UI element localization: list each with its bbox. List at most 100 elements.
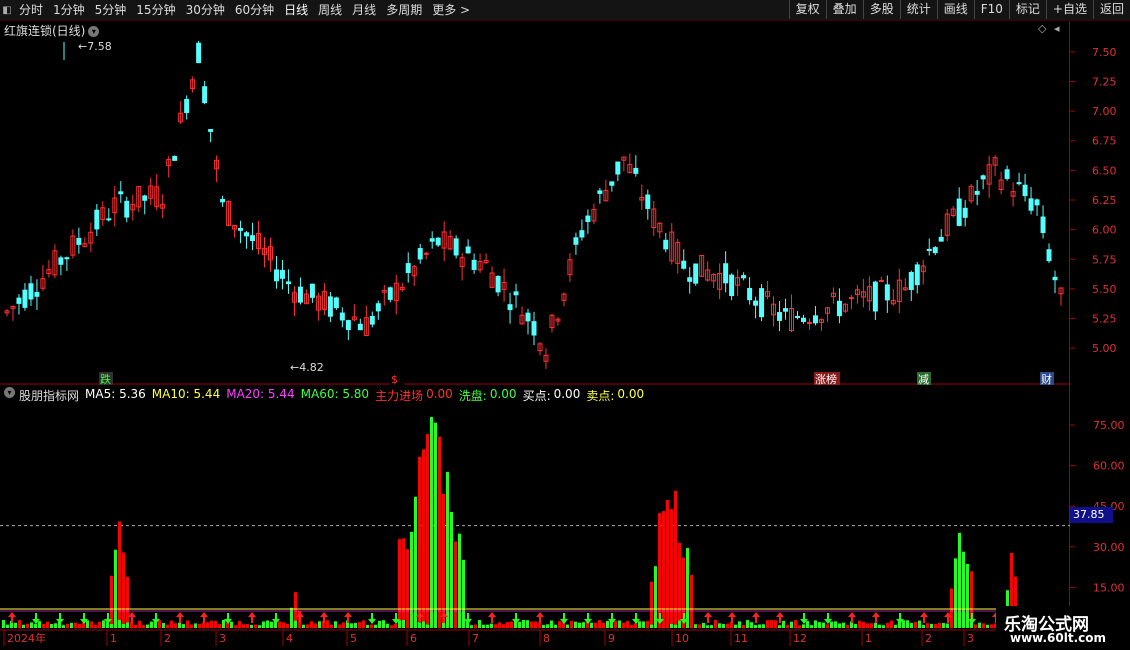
indicator-small-bar-734 [734,624,737,628]
buy-arrow-876 [872,612,880,623]
indicator-small-bar-666 [666,621,669,628]
high-label: ←7.58 [78,40,112,53]
time-label-10: 10 [675,632,689,645]
indicator-small-bar-354 [354,623,357,628]
indicator-small-bar-546 [546,624,549,628]
buy-arrow-732 [728,612,736,623]
indicator-small-bar-186 [186,620,189,628]
indicator-small-bar-318 [318,621,321,628]
indicator-small-bar-454 [454,622,457,628]
candle-body-5 [34,292,40,297]
indicator-small-bar-578 [578,622,581,628]
indicator-small-bar-294 [294,620,297,628]
candle-body-64 [387,287,393,300]
indicator-small-bar-46 [46,621,49,628]
price-label-4: 6.50 [1092,164,1117,177]
time-label-5: 5 [350,632,357,645]
indicator-bar-454 [454,541,457,628]
indicator-small-bar-570 [570,621,573,628]
indicator-small-bar-606 [606,621,609,628]
indicator-bar-962 [962,551,965,628]
candle-body-172 [1034,199,1040,206]
indicator-small-bar-302 [302,624,305,628]
candle-body-87 [525,312,531,322]
indicator-small-bar-402 [402,619,405,628]
indicator-bar-402 [402,538,405,628]
indicator-small-bar-738 [738,621,741,628]
candle-body-85 [513,291,519,296]
indicator-small-bar-974 [974,624,977,628]
event-label-1: $ [391,373,398,386]
candle-body-160 [962,207,968,218]
candle-body-102 [615,161,621,175]
price-label-5: 6.25 [1092,194,1117,207]
candle-body-2 [16,297,22,304]
candle-body-126 [759,288,765,318]
indicator-small-bar-722 [722,623,725,628]
candle-body-120 [723,263,729,284]
indicator-small-bar-506 [506,622,509,628]
indicator-bar-670 [670,509,673,628]
indicator-small-bar-782 [782,620,785,628]
event-label-4: 财 [1041,372,1052,386]
indicator-small-bar-6 [6,624,9,628]
time-label-8: 8 [543,632,550,645]
candle-body-88 [531,321,537,336]
indicator-small-bar-250 [250,624,253,628]
indicator-small-bar-870 [870,623,873,628]
buy-arrow-204 [200,612,208,623]
candle-body-167 [1004,169,1010,179]
indicator-small-bar-2 [2,620,5,628]
indicator-small-bar-530 [530,621,533,628]
indicator-small-bar-946 [946,623,949,628]
indicator-bar-446 [446,471,449,628]
event-label-0: 跌 [100,372,111,386]
indicator-small-bar-918 [918,620,921,628]
candle-body-163 [980,175,986,180]
indicator-small-bar-766 [766,620,769,628]
candle-body-114 [687,277,693,282]
indicator-small-bar-986 [986,624,989,628]
indicator-small-bar-174 [174,623,177,628]
indicator-small-bar-650 [650,624,653,628]
indicator-small-bar-754 [754,624,757,628]
candle-body-141 [848,297,854,300]
indicator-bar-398 [398,539,401,628]
time-label-14: 2 [925,632,932,645]
candle-body-20 [124,200,130,218]
indicator-small-bar-858 [858,620,861,628]
indicator-small-bar-238 [238,621,241,628]
buy-arrow-180 [176,612,184,623]
indicator-small-bar-342 [342,622,345,628]
indicator-bar-126 [126,576,129,628]
indicator-small-bar-390 [390,625,393,628]
indicator-small-bar-758 [758,624,761,628]
indicator-small-bar-222 [222,619,225,628]
indicator-small-bar-622 [622,622,625,628]
indicator-small-bar-306 [306,624,309,628]
indicator-small-bar-798 [798,625,801,628]
indicator-small-bar-926 [926,623,929,628]
sell-arrow-588 [584,613,592,624]
candle-body-34 [208,129,214,132]
indicator-small-bar-890 [890,620,893,628]
candle-body-152 [914,264,920,286]
candle-body-12 [76,237,82,245]
candle-body-67 [405,263,411,274]
indicator-small-bar-158 [158,620,161,628]
candle-body-159 [956,198,962,226]
indicator-small-bar-718 [718,623,721,628]
indicator-small-bar-682 [682,623,685,628]
indicator-bar-430 [430,416,433,628]
indicator-bar-114 [114,549,117,628]
indicator-small-bar-190 [190,624,193,628]
indicator-small-bar-326 [326,620,329,628]
time-label-4: 4 [286,632,293,645]
indicator-bar-410 [410,531,413,628]
indicator-small-bar-234 [234,625,237,628]
indicator-small-bar-894 [894,624,897,628]
price-label-2: 7.00 [1092,105,1117,118]
candle-body-17 [106,218,112,221]
indicator-small-bar-566 [566,624,569,628]
indicator-small-bar-742 [742,624,745,628]
